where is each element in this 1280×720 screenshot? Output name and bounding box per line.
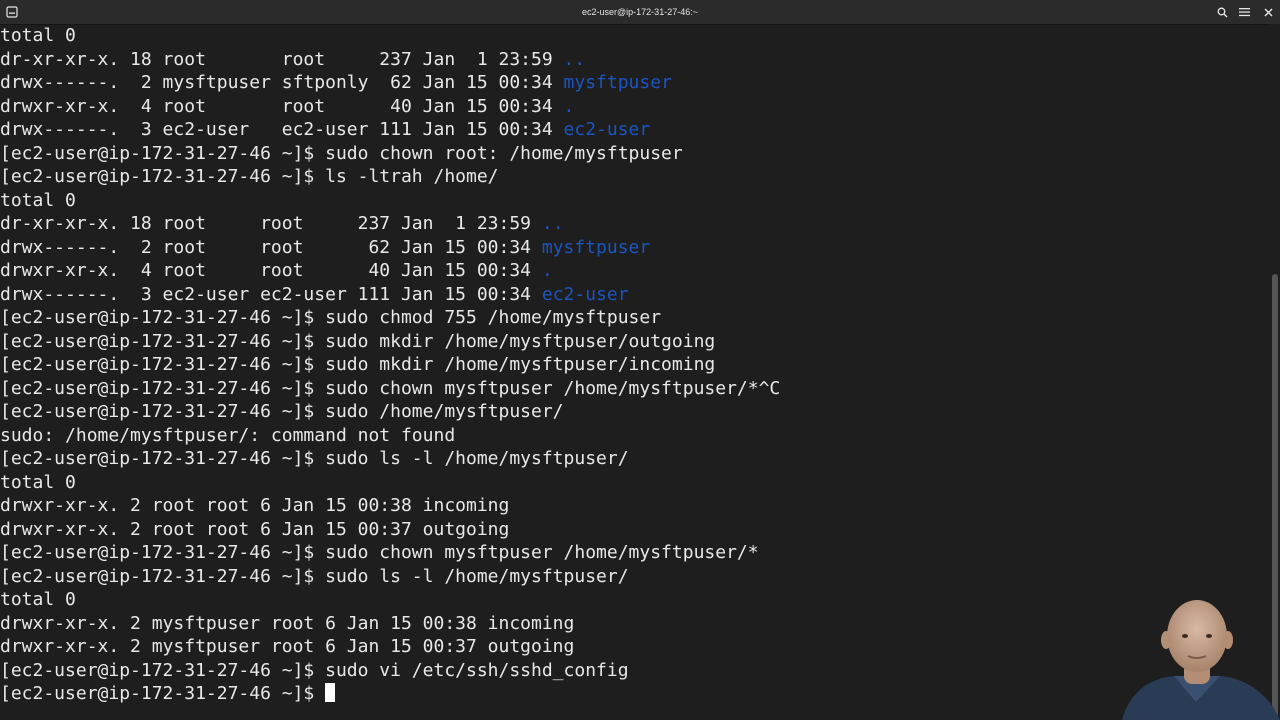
terminal-line: drwx------. 2 root root 62 Jan 15 00:34 … <box>0 236 651 258</box>
directory-name: mysftpuser <box>563 72 672 93</box>
terminal-line: total 0 <box>0 589 76 610</box>
text-cursor <box>325 683 336 702</box>
terminal-line: sudo: /home/mysftpuser/: command not fou… <box>0 424 456 446</box>
terminal-line: [ec2-user@ip-172-31-27-46 ~]$ sudo ls -l… <box>0 565 629 587</box>
terminal-line: drwx------. 2 mysftpuser sftponly 62 Jan… <box>0 72 672 93</box>
terminal-line: total 0 <box>0 189 76 211</box>
terminal-line: drwxr-xr-x. 2 root root 6 Jan 15 00:37 o… <box>0 518 510 540</box>
terminal-line: drwxr-xr-x. 2 mysftpuser root 6 Jan 15 0… <box>0 612 575 634</box>
directory-name: . <box>563 95 575 117</box>
terminal-line: [ec2-user@ip-172-31-27-46 ~]$ sudo chmod… <box>0 307 662 328</box>
terminal-line: drwxr-xr-x. 4 root root 40 Jan 15 00:34 … <box>0 95 575 117</box>
terminal-line: [ec2-user@ip-172-31-27-46 ~]$ sudo vi /e… <box>0 659 629 681</box>
window-titlebar: ec2-user@ip-172-31-27-46:~ <box>0 0 1280 25</box>
search-icon[interactable] <box>1214 4 1230 20</box>
terminal-line: dr-xr-xr-x. 18 root root 237 Jan 1 23:59… <box>0 213 564 234</box>
terminal-line: dr-xr-xr-x. 18 root root 237 Jan 1 23:59… <box>0 48 586 70</box>
directory-name: .. <box>563 48 586 70</box>
terminal-line: drwxr-xr-x. 2 mysftpuser root 6 Jan 15 0… <box>0 636 575 657</box>
terminal-line: drwx------. 3 ec2-user ec2-user 111 Jan … <box>0 283 629 305</box>
shell-prompt: [ec2-user@ip-172-31-27-46 ~]$ <box>0 683 326 704</box>
terminal-line: drwxr-xr-x. 2 root root 6 Jan 15 00:38 i… <box>0 495 510 516</box>
terminal-line: total 0 <box>0 471 76 493</box>
terminal-line: [ec2-user@ip-172-31-27-46 ~]$ sudo chown… <box>0 377 781 399</box>
webcam-overlay <box>1112 598 1280 720</box>
directory-name: ec2-user <box>541 283 629 305</box>
directory-name: mysftpuser <box>541 236 651 258</box>
directory-name: . <box>541 260 553 281</box>
terminal-line: [ec2-user@ip-172-31-27-46 ~]$ sudo ls -l… <box>0 448 629 469</box>
terminal-line: [ec2-user@ip-172-31-27-46 ~]$ sudo mkdir… <box>0 354 716 375</box>
close-icon[interactable] <box>1260 4 1276 20</box>
terminal-output[interactable]: total 0 dr-xr-xr-x. 18 root root 237 Jan… <box>0 24 1268 720</box>
hamburger-menu-icon[interactable] <box>1236 4 1252 20</box>
terminal-line: [ec2-user@ip-172-31-27-46 ~]$ sudo mkdir… <box>0 330 716 352</box>
terminal-line: [ec2-user@ip-172-31-27-46 ~]$ ls -ltrah … <box>0 166 499 187</box>
terminal-line: [ec2-user@ip-172-31-27-46 ~]$ sudo /home… <box>0 401 564 422</box>
terminal-line: total 0 <box>0 25 76 46</box>
window-title: ec2-user@ip-172-31-27-46:~ <box>582 7 698 17</box>
terminal-line: drwxr-xr-x. 4 root root 40 Jan 15 00:34 … <box>0 260 553 281</box>
terminal-line: [ec2-user@ip-172-31-27-46 ~]$ sudo chown… <box>0 142 683 164</box>
terminal-line: [ec2-user@ip-172-31-27-46 ~]$ sudo chown… <box>0 542 759 563</box>
directory-name: .. <box>541 213 564 234</box>
terminal-prompt-line[interactable]: [ec2-user@ip-172-31-27-46 ~]$ <box>0 682 336 705</box>
terminal-line: drwx------. 3 ec2-user ec2-user 111 Jan … <box>0 119 651 140</box>
directory-name: ec2-user <box>563 119 651 140</box>
